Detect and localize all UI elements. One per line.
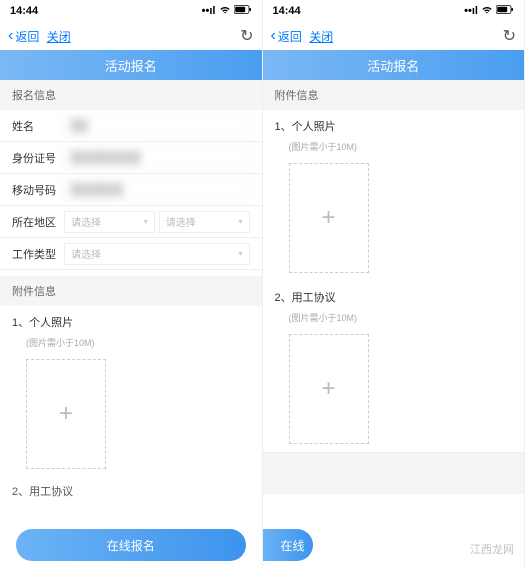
- refresh-icon[interactable]: ↻: [240, 26, 253, 46]
- label-worktype: 工作类型: [12, 246, 64, 262]
- section-attachment-info: 附件信息: [263, 80, 525, 110]
- nav-back[interactable]: 返回: [278, 28, 302, 45]
- status-icons: ••ıl: [202, 5, 252, 17]
- label-name: 姓名: [12, 118, 64, 134]
- label-mobile: 移动号码: [12, 182, 64, 198]
- status-bar: 14:44 ••ıl: [0, 0, 262, 22]
- wifi-icon: [219, 5, 231, 17]
- row-region: 所在地区 请选择 ▾ 请选择 ▾: [0, 206, 262, 238]
- refresh-icon[interactable]: ↻: [503, 26, 516, 46]
- select-region-2[interactable]: 请选择 ▾: [159, 211, 250, 233]
- section-attachment-info: 附件信息: [0, 276, 262, 306]
- signal-icon: ••ıl: [464, 5, 478, 17]
- nav-bar: ‹ 返回 关闭 ↻: [263, 22, 525, 50]
- page-header: 活动报名: [0, 50, 262, 80]
- attach-employment-agreement: 2、用工协议 (图片需小于10M) +: [263, 281, 525, 452]
- submit-button-partial[interactable]: 在线: [263, 529, 313, 561]
- signal-icon: ••ıl: [202, 5, 216, 17]
- attach-title-1: 1、个人照片: [275, 118, 513, 134]
- back-arrow-icon[interactable]: ‹: [8, 27, 13, 45]
- page-title: 活动报名: [105, 56, 157, 75]
- attach-title-1: 1、个人照片: [12, 314, 250, 330]
- attach-title-2: 2、用工协议: [275, 289, 513, 305]
- status-time: 14:44: [273, 5, 301, 17]
- chevron-down-icon: ▾: [144, 217, 148, 226]
- chevron-down-icon: ▾: [238, 217, 242, 226]
- select-region-1[interactable]: 请选择 ▾: [64, 211, 155, 233]
- label-region: 所在地区: [12, 214, 64, 230]
- upload-box-photo[interactable]: +: [26, 359, 106, 469]
- back-arrow-icon[interactable]: ‹: [271, 27, 276, 45]
- attach-personal-photo: 1、个人照片 (图片需小于10M) +: [263, 110, 525, 281]
- nav-back[interactable]: 返回: [15, 28, 39, 45]
- phone-right: 14:44 ••ıl ‹ 返回 关闭 ↻ 活动报名 附件信息 1、个人照片 (图…: [263, 0, 525, 569]
- upload-box-agreement[interactable]: +: [289, 334, 369, 444]
- plus-icon: +: [321, 375, 335, 403]
- wifi-icon: [481, 5, 493, 17]
- footer-area: [263, 452, 525, 494]
- phone-left: 14:44 ••ıl ‹ 返回 关闭 ↻ 活动报名 报名信息 姓名 ██ 身: [0, 0, 263, 569]
- submit-button[interactable]: 在线报名: [16, 529, 246, 561]
- plus-icon: +: [59, 400, 73, 428]
- input-name[interactable]: ██: [64, 115, 250, 137]
- attach-hint-2: (图片需小于10M): [289, 311, 513, 324]
- row-name: 姓名 ██: [0, 110, 262, 142]
- nav-bar: ‹ 返回 关闭 ↻: [0, 22, 262, 50]
- status-time: 14:44: [10, 5, 38, 17]
- label-id: 身份证号: [12, 150, 64, 166]
- row-id: 身份证号 ████████: [0, 142, 262, 174]
- scroll-area[interactable]: 报名信息 姓名 ██ 身份证号 ████████ 移动号码 ██████ 所在地…: [0, 80, 262, 569]
- scroll-area[interactable]: 附件信息 1、个人照片 (图片需小于10M) + 2、用工协议 (图片需小于10…: [263, 80, 525, 569]
- status-icons: ••ıl: [464, 5, 514, 17]
- nav-close[interactable]: 关闭: [47, 28, 71, 45]
- plus-icon: +: [321, 204, 335, 232]
- row-worktype: 工作类型 请选择 ▾: [0, 238, 262, 270]
- status-bar: 14:44 ••ıl: [263, 0, 525, 22]
- battery-icon: [496, 5, 514, 17]
- section-registration-info: 报名信息: [0, 80, 262, 110]
- chevron-down-icon: ▾: [238, 249, 242, 258]
- select-worktype[interactable]: 请选择 ▾: [64, 243, 250, 265]
- page-title: 活动报名: [367, 56, 419, 75]
- attach-personal-photo: 1、个人照片 (图片需小于10M) +: [0, 306, 262, 477]
- row-mobile: 移动号码 ██████: [0, 174, 262, 206]
- page-header: 活动报名: [263, 50, 525, 80]
- input-id[interactable]: ████████: [64, 147, 250, 169]
- battery-icon: [234, 5, 252, 17]
- input-mobile[interactable]: ██████: [64, 179, 250, 201]
- nav-close[interactable]: 关闭: [309, 28, 333, 45]
- attach-peek-2: 2、用工协议: [0, 477, 262, 505]
- attach-hint-1: (图片需小于10M): [289, 140, 513, 153]
- attach-hint-1: (图片需小于10M): [26, 336, 250, 349]
- upload-box-photo[interactable]: +: [289, 163, 369, 273]
